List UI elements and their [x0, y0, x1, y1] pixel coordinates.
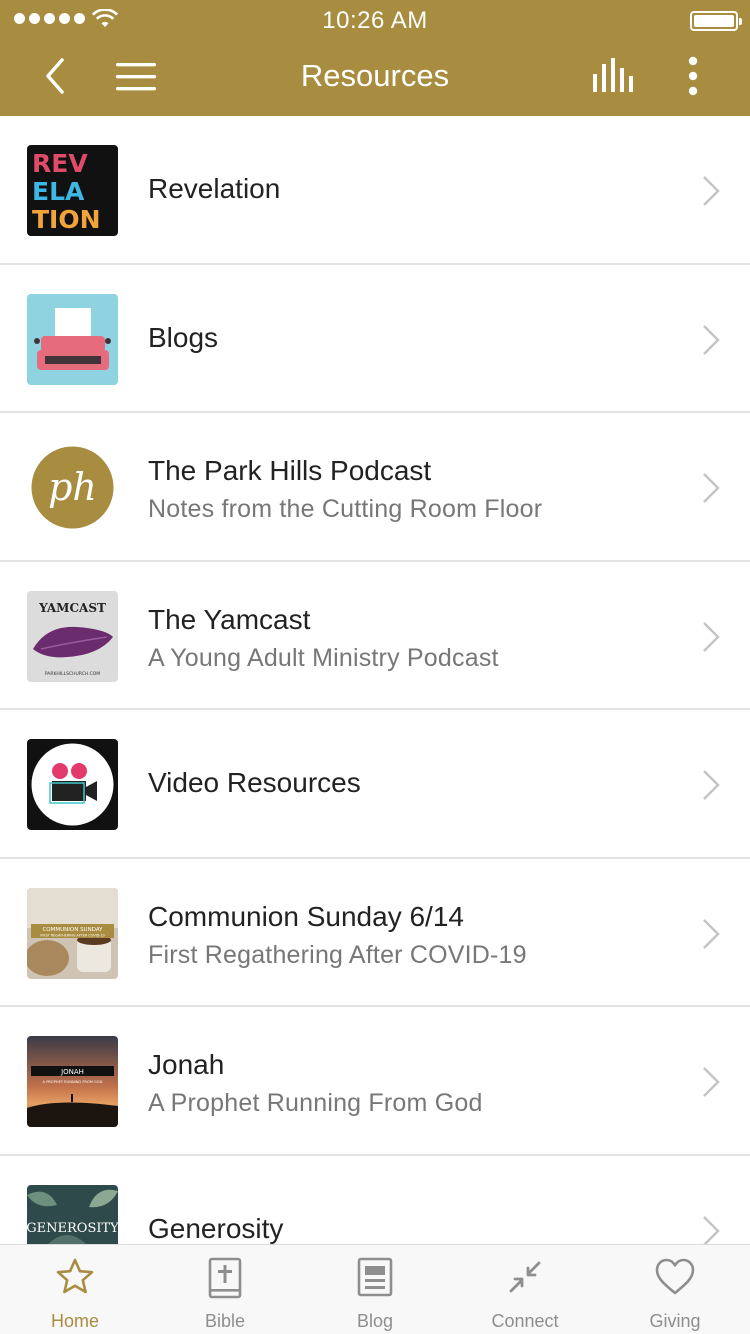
jonah-thumbnail: JONAH A PROPHET RUNNING FROM GOD	[27, 1036, 118, 1127]
star-icon	[56, 1258, 94, 1294]
item-title: Video Resources	[148, 767, 361, 798]
revelation-thumbnail: REV ELA TION	[27, 145, 118, 236]
svg-text:ELA: ELA	[32, 177, 85, 206]
svg-text:COMMUNION SUNDAY: COMMUNION SUNDAY	[42, 927, 103, 933]
list-item-video-resources[interactable]: Video Resources	[0, 710, 750, 859]
tab-label: Giving	[649, 1311, 701, 1331]
tab-connect[interactable]: Connect	[450, 1245, 600, 1334]
item-title: The Park Hills Podcast	[148, 455, 432, 486]
chevron-right-icon	[703, 918, 720, 949]
svg-text:A PROPHET RUNNING FROM GOD: A PROPHET RUNNING FROM GOD	[43, 1080, 103, 1084]
list-item-revelation[interactable]: REV ELA TION Revelation	[0, 116, 750, 265]
battery-icon	[690, 11, 742, 31]
communion-thumbnail: COMMUNION SUNDAY FIRST REGATHERING AFTER…	[27, 887, 118, 979]
heart-icon	[655, 1258, 695, 1295]
svg-text:JONAH: JONAH	[60, 1068, 84, 1076]
item-title: The Yamcast	[148, 603, 311, 635]
list-item-communion-sunday[interactable]: COMMUNION SUNDAY FIRST REGATHERING AFTER…	[0, 859, 750, 1007]
svg-text:PARKHILLSCHURCH.COM: PARKHILLSCHURCH.COM	[45, 671, 100, 677]
svg-text:TION: TION	[32, 205, 101, 234]
status-bar: 10:26 AM	[0, 0, 750, 40]
chevron-right-icon	[703, 770, 720, 800]
bible-icon	[208, 1257, 242, 1299]
svg-text:ph: ph	[48, 465, 97, 509]
list-item-yamcast[interactable]: YAMCAST PARKHILLSCHURCH.COM The Yamcast …	[0, 562, 750, 710]
chevron-right-icon	[703, 1067, 720, 1097]
list-item-blogs[interactable]: Blogs	[0, 265, 750, 413]
tab-blog[interactable]: Blog	[300, 1245, 450, 1334]
item-title: Blogs	[148, 321, 219, 353]
generosity-thumbnail: GENEROSITY	[27, 1184, 118, 1244]
tab-label: Bible	[204, 1311, 246, 1331]
tab-label: Blog	[356, 1311, 394, 1331]
item-subtitle: First Regathering After COVID-19	[148, 940, 527, 969]
chevron-right-icon	[703, 176, 720, 206]
chevron-right-icon	[703, 324, 720, 355]
list-item-jonah[interactable]: JONAH A PROPHET RUNNING FROM GOD Jonah A…	[0, 1007, 750, 1156]
connect-icon	[509, 1261, 541, 1293]
svg-text:REV: REV	[32, 149, 88, 178]
park-hills-logo-thumbnail: ph	[27, 442, 118, 533]
list-item-park-hills-podcast[interactable]: ph The Park Hills Podcast Notes from the…	[0, 413, 750, 562]
tab-bar: Home Bible Blog Connect Giving	[0, 1244, 750, 1334]
svg-text:GENEROSITY: GENEROSITY	[27, 1221, 118, 1236]
yamcast-thumbnail: YAMCAST PARKHILLSCHURCH.COM	[27, 590, 118, 682]
svg-text:YAMCAST: YAMCAST	[38, 601, 106, 615]
page-title: Resources	[300, 58, 450, 93]
tab-bible[interactable]: Bible	[150, 1245, 300, 1334]
item-title: Jonah	[148, 1049, 225, 1080]
item-subtitle: A Young Adult Ministry Podcast	[148, 643, 499, 672]
chevron-right-icon	[703, 1215, 720, 1244]
chevron-right-icon	[703, 621, 720, 652]
status-time: 10:26 AM	[322, 7, 428, 34]
svg-text:FIRST REGATHERING AFTER COVID-: FIRST REGATHERING AFTER COVID-19	[40, 933, 104, 937]
typewriter-thumbnail	[27, 293, 118, 385]
blog-icon	[357, 1257, 393, 1297]
more-options-icon[interactable]	[676, 54, 710, 98]
audio-bars-icon[interactable]	[590, 56, 636, 96]
tab-label: Home	[50, 1311, 99, 1331]
list-item-generosity[interactable]: GENEROSITY Generosity	[0, 1156, 750, 1244]
header: 10:26 AM Resources	[0, 0, 750, 116]
resources-list: REV ELA TION Revelation Blogs ph The Par…	[0, 116, 750, 1244]
item-subtitle: A Prophet Running From God	[148, 1089, 483, 1117]
tab-giving[interactable]: Giving	[600, 1245, 750, 1334]
nav-bar: Resources	[0, 40, 750, 116]
tab-label: Connect	[491, 1311, 559, 1331]
film-camera-thumbnail	[27, 739, 118, 830]
tab-home[interactable]: Home	[0, 1245, 150, 1334]
item-title: Generosity	[148, 1212, 284, 1244]
item-subtitle: Notes from the Cutting Room Floor	[148, 495, 543, 523]
chevron-right-icon	[703, 473, 720, 503]
item-title: Revelation	[148, 173, 281, 204]
item-title: Communion Sunday 6/14	[148, 900, 464, 932]
